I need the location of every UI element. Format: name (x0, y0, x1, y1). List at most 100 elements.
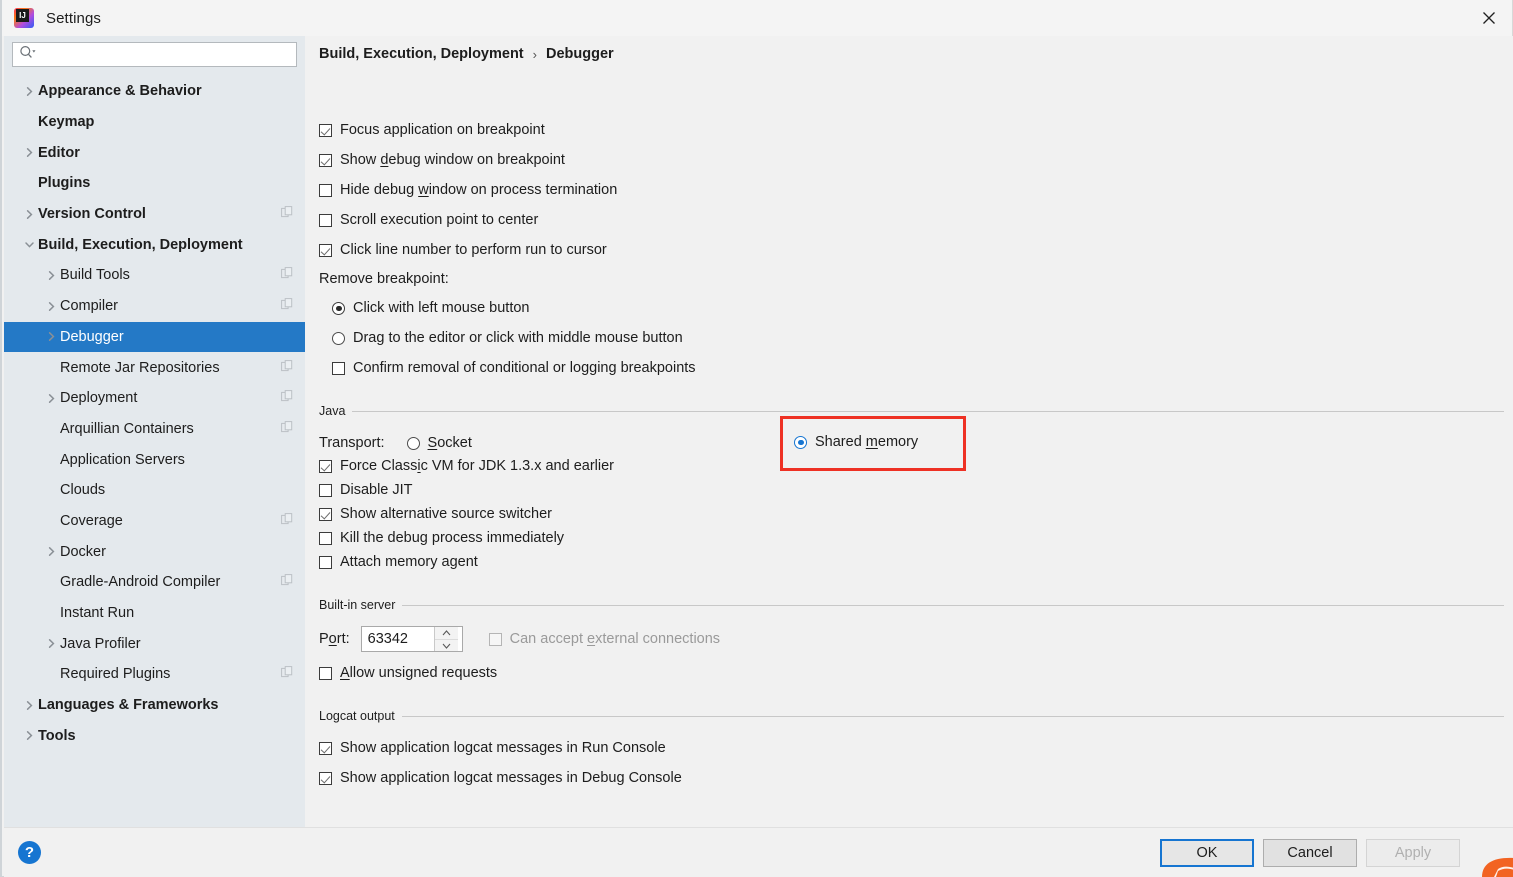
sidebar-item-languages-frameworks[interactable]: Languages & Frameworks (4, 690, 305, 721)
close-icon[interactable] (1466, 0, 1512, 36)
radio-row-drag-to-the-editor-or-click-with-middle-mouse-bu[interactable]: Drag to the editor or click with middle … (332, 330, 683, 346)
sidebar-item-version-control[interactable]: Version Control (4, 199, 305, 230)
search-input[interactable] (40, 44, 290, 65)
external-connections-checkbox-row[interactable]: Can accept external connections (488, 631, 720, 647)
checkbox-click-line-number-to-perform-run-to-cursor[interactable] (319, 243, 332, 257)
sidebar-item-required-plugins[interactable]: Required Plugins (4, 659, 305, 690)
radio-click-with-left-mouse-button[interactable] (332, 301, 345, 315)
radio-row-click-with-left-mouse-button[interactable]: Click with left mouse button (332, 300, 530, 316)
copy-settings-icon[interactable] (281, 390, 293, 406)
chevron-right-icon[interactable] (18, 730, 40, 741)
checkbox-focus-application-on-breakpoint[interactable] (319, 123, 332, 137)
sidebar-item-plugins[interactable]: Plugins (4, 168, 305, 199)
checkbox-attach-memory-agent[interactable] (319, 555, 332, 569)
checkbox-row-show-application-logcat-messages-in-debug-consol[interactable]: Show application logcat messages in Debu… (319, 770, 682, 786)
copy-settings-icon[interactable] (281, 359, 293, 376)
sidebar-item-arquillian-containers[interactable]: Arquillian Containers (4, 414, 305, 445)
copy-settings-icon[interactable] (281, 574, 293, 590)
logcat-group-divider (401, 715, 1504, 717)
sidebar-item-build-execution-deployment[interactable]: Build, Execution, Deployment (4, 229, 305, 260)
checkbox-row-scroll-execution-point-to-center[interactable]: Scroll execution point to center (319, 212, 538, 228)
port-input[interactable] (361, 627, 434, 651)
chevron-right-icon[interactable] (18, 209, 40, 220)
sidebar-item-java-profiler[interactable]: Java Profiler (4, 628, 305, 659)
checkbox-row-force-classic-vm-for-jdk-1-3-x-and-earlier[interactable]: Force Classic VM for JDK 1.3.x and earli… (319, 458, 614, 474)
checkbox-force-classic-vm-for-jdk-1-3-x-and-earlier-label: Force Classic VM for JDK 1.3.x and earli… (340, 458, 615, 474)
java-group-title: Java (319, 404, 346, 418)
copy-settings-icon[interactable] (281, 267, 293, 283)
chevron-right-icon[interactable] (18, 700, 40, 711)
checkbox-kill-the-debug-process-immediately[interactable] (319, 531, 332, 545)
sidebar-item-tools[interactable]: Tools (4, 720, 305, 751)
transport-label: Transport: (319, 435, 385, 451)
logcat-option-label: Show application logcat messages in Run … (340, 740, 666, 756)
sidebar-item-label: Required Plugins (60, 666, 171, 683)
sidebar-item-editor[interactable]: Editor (4, 137, 305, 168)
allow-unsigned-row[interactable]: Allow unsigned requests (319, 665, 497, 681)
radio-socket[interactable] (406, 436, 420, 450)
checkbox-force-classic-vm-for-jdk-1-3-x-and-earlier[interactable] (319, 459, 332, 473)
chevron-right-icon[interactable] (40, 638, 62, 649)
checkbox-row-confirm-removal[interactable]: Confirm removal of conditional or loggin… (332, 360, 696, 376)
checkbox-row-click-line-number-to-perform-run-to-cursor[interactable]: Click line number to perform run to curs… (319, 242, 607, 258)
chevron-right-icon[interactable] (40, 331, 62, 342)
sidebar-item-appearance-behavior[interactable]: Appearance & Behavior (4, 76, 305, 107)
checkbox-row-kill-the-debug-process-immediately[interactable]: Kill the debug process immediately (319, 530, 564, 546)
sidebar-item-deployment[interactable]: Deployment (4, 383, 305, 414)
help-button[interactable]: ? (18, 841, 41, 864)
checkbox-show-application-logcat-messages-in-debug-consol[interactable] (319, 771, 332, 785)
copy-settings-icon[interactable] (281, 513, 293, 529)
checkbox-confirm-removal-of-conditional-or-logging-breakpoints[interactable] (332, 361, 345, 375)
search-box[interactable] (12, 42, 297, 67)
port-stepper[interactable] (433, 627, 458, 651)
dialog-footer: ? OK Cancel Apply (4, 827, 1513, 877)
checkbox-row-attach-memory-agent[interactable]: Attach memory agent (319, 554, 478, 570)
port-stepper-up[interactable] (435, 627, 458, 639)
checkbox-scroll-execution-point-to-center[interactable] (319, 213, 332, 227)
checkbox-allow-unsigned-requests[interactable] (319, 666, 332, 680)
checkbox-show-alternative-source-switcher[interactable] (319, 507, 332, 521)
radio-shared-memory[interactable] (794, 435, 807, 449)
checkbox-row-disable-jit[interactable]: Disable JIT (319, 482, 413, 498)
chevron-right-icon[interactable] (18, 147, 40, 158)
checkbox-show-application-logcat-messages-in-run-console[interactable] (319, 741, 332, 755)
sidebar-item-compiler[interactable]: Compiler (4, 291, 305, 322)
sidebar-item-docker[interactable]: Docker (4, 536, 305, 567)
checkbox-disable-jit[interactable] (319, 483, 332, 497)
copy-settings-icon[interactable] (281, 298, 293, 314)
checkbox-row-show-debug-window-on-breakpoint[interactable]: Show debug window on breakpoint (319, 152, 565, 168)
sidebar-item-instant-run[interactable]: Instant Run (4, 598, 305, 629)
checkbox-row-show-alternative-source-switcher[interactable]: Show alternative source switcher (319, 506, 552, 522)
checkbox-row-focus-application-on-breakpoint[interactable]: Focus application on breakpoint (319, 122, 545, 138)
copy-settings-icon[interactable] (281, 421, 293, 437)
radio-shared-memory-row[interactable]: Shared memory (794, 434, 918, 450)
chevron-right-icon[interactable] (40, 301, 62, 312)
sidebar-item-debugger[interactable]: Debugger (4, 321, 305, 353)
port-stepper-down[interactable] (434, 639, 458, 651)
chevron-down-icon[interactable] (18, 239, 40, 250)
window-title: Settings (46, 9, 101, 27)
chevron-right-icon[interactable] (40, 546, 62, 557)
sidebar-item-application-servers[interactable]: Application Servers (4, 444, 305, 475)
checkbox-can-accept-external-connections[interactable] (488, 632, 502, 646)
chevron-right-icon[interactable] (18, 86, 40, 97)
checkbox-row-show-application-logcat-messages-in-run-console[interactable]: Show application logcat messages in Run … (319, 740, 666, 756)
chevron-right-icon[interactable] (40, 393, 62, 404)
cancel-button[interactable]: Cancel (1263, 839, 1357, 867)
port-field[interactable] (360, 626, 463, 652)
sidebar-item-keymap[interactable]: Keymap (4, 107, 305, 138)
checkbox-show-alternative-source-switcher-label: Show alternative source switcher (340, 506, 552, 522)
chevron-right-icon[interactable] (40, 270, 62, 281)
radio-drag-to-the-editor-or-click-with-middle-mouse-bu[interactable] (332, 331, 345, 345)
sidebar-item-build-tools[interactable]: Build Tools (4, 260, 305, 291)
sidebar-item-coverage[interactable]: Coverage (4, 506, 305, 537)
checkbox-show-debug-window-on-breakpoint[interactable] (319, 153, 332, 167)
ok-button[interactable]: OK (1160, 839, 1254, 867)
copy-settings-icon[interactable] (281, 666, 293, 682)
sidebar-item-remote-jar-repositories[interactable]: Remote Jar Repositories (4, 352, 305, 383)
checkbox-row-hide-debug-window-on-process-termination[interactable]: Hide debug window on process termination (319, 182, 617, 198)
sidebar-item-gradle-android-compiler[interactable]: Gradle-Android Compiler (4, 567, 305, 598)
checkbox-hide-debug-window-on-process-termination[interactable] (319, 183, 332, 197)
sidebar-item-clouds[interactable]: Clouds (4, 475, 305, 506)
copy-settings-icon[interactable] (281, 206, 293, 222)
